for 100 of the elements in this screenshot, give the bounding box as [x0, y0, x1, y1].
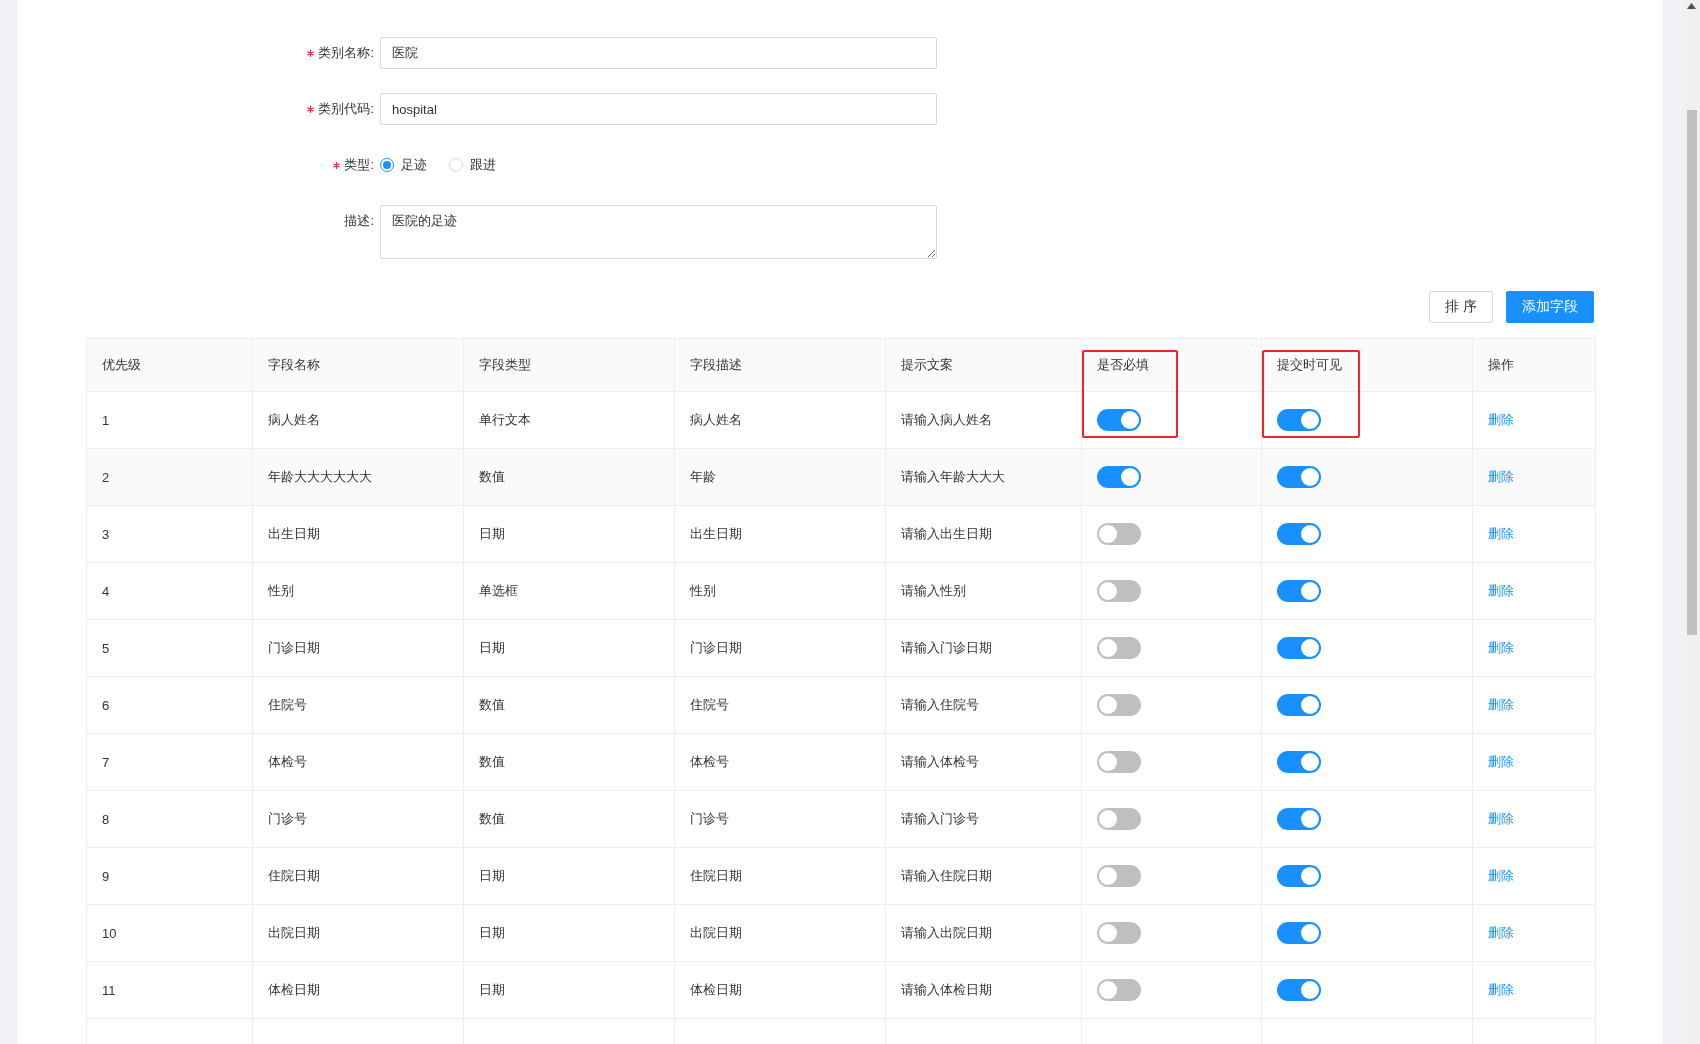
table-cell: 体检号	[268, 753, 307, 771]
visible-switch[interactable]	[1277, 637, 1321, 659]
column-header: 优先级	[87, 339, 253, 391]
delete-link[interactable]: 删除	[1488, 582, 1514, 600]
table-cell: 5	[102, 640, 110, 656]
field-label: 描述:	[344, 212, 374, 230]
visible-switch[interactable]	[1277, 694, 1321, 716]
delete-link[interactable]: 删除	[1488, 468, 1514, 486]
required-switch[interactable]	[1097, 694, 1141, 716]
field-label: 类别名称:	[318, 44, 374, 62]
visible-switch[interactable]	[1277, 979, 1321, 1001]
add-button[interactable]: 添加字段	[1506, 291, 1594, 323]
radio-option[interactable]: 足迹	[380, 156, 427, 174]
scrollbar-thumb[interactable]	[1687, 110, 1697, 635]
visible-switch[interactable]	[1277, 580, 1321, 602]
table-cell: 9	[102, 868, 110, 884]
column-header: 字段名称	[253, 339, 464, 391]
delete-link[interactable]: 删除	[1488, 753, 1514, 771]
column-header: 字段类型	[464, 339, 675, 391]
delete-link[interactable]: 删除	[1488, 696, 1514, 714]
required-switch[interactable]	[1097, 751, 1141, 773]
visible-switch[interactable]	[1277, 466, 1321, 488]
table-cell: 8	[102, 811, 110, 827]
table-cell: 请输入住院日期	[901, 867, 992, 885]
table-cell: 体检日期	[690, 981, 742, 999]
delete-link[interactable]: 删除	[1488, 810, 1514, 828]
table-cell: 门诊日期	[268, 639, 320, 657]
required-switch[interactable]	[1097, 865, 1141, 887]
table-cell: 出生日期	[268, 525, 320, 543]
table-cell: 住院日期	[268, 867, 320, 885]
table-cell: 11	[102, 982, 116, 998]
table-cell: 出生日期	[690, 525, 742, 543]
table-cell: 单选框	[479, 582, 518, 600]
visible-switch[interactable]	[1277, 922, 1321, 944]
table-cell: 出院日期	[268, 924, 320, 942]
table-cell: 体检日期	[268, 981, 320, 999]
field-label: 类别代码:	[318, 100, 374, 118]
table-cell: 请输入体检日期	[901, 981, 992, 999]
table-cell: 门诊号	[268, 810, 307, 828]
visible-switch[interactable]	[1277, 808, 1321, 830]
description-field[interactable]: 医院的足迹	[380, 205, 937, 259]
column-header: 是否必填	[1082, 339, 1262, 391]
table-cell: 日期	[479, 981, 505, 999]
table-cell: 7	[102, 754, 110, 770]
table-cell: 请输入病人姓名	[901, 411, 992, 429]
table-cell: 出院日期	[690, 924, 742, 942]
table-cell: 门诊号	[690, 810, 729, 828]
column-header: 字段描述	[675, 339, 886, 391]
table-cell: 3	[102, 526, 110, 542]
visible-switch[interactable]	[1277, 409, 1321, 431]
sort-button[interactable]: 排 序	[1429, 291, 1493, 323]
table-cell: 请输入年龄大大大	[901, 468, 1005, 486]
required-switch[interactable]	[1097, 637, 1141, 659]
table-cell: 门诊日期	[690, 639, 742, 657]
table-cell: 日期	[479, 525, 505, 543]
column-header: 提示文案	[886, 339, 1082, 391]
delete-link[interactable]: 删除	[1488, 924, 1514, 942]
field-label: 类型:	[344, 156, 374, 174]
radio-label: 跟进	[470, 156, 496, 174]
table-cell: 病人姓名	[690, 411, 742, 429]
visible-switch[interactable]	[1277, 523, 1321, 545]
table-cell: 性别	[268, 582, 294, 600]
table-cell: 日期	[479, 924, 505, 942]
visible-switch[interactable]	[1277, 751, 1321, 773]
delete-link[interactable]: 删除	[1488, 639, 1514, 657]
column-header: 操作	[1487, 356, 1515, 374]
required-switch[interactable]	[1097, 580, 1141, 602]
delete-link[interactable]: 删除	[1488, 411, 1514, 429]
radio-option[interactable]: 跟进	[449, 156, 496, 174]
table-cell: 请输入出生日期	[901, 525, 992, 543]
table-cell: 病人姓名	[268, 411, 320, 429]
table-cell: 住院日期	[690, 867, 742, 885]
table-cell: 性别	[690, 582, 716, 600]
table-cell: 数值	[479, 696, 505, 714]
required-switch[interactable]	[1097, 922, 1141, 944]
radio-label: 足迹	[401, 156, 427, 174]
table-cell: 请输入体检号	[901, 753, 979, 771]
table-cell: 请输入住院号	[901, 696, 979, 714]
delete-link[interactable]: 删除	[1488, 525, 1514, 543]
table-cell: 年龄	[690, 468, 716, 486]
required-switch[interactable]	[1097, 808, 1141, 830]
required-switch[interactable]	[1097, 466, 1141, 488]
table-cell: 数值	[479, 468, 505, 486]
visible-switch[interactable]	[1277, 865, 1321, 887]
table-cell: 日期	[479, 867, 505, 885]
required-switch[interactable]	[1097, 979, 1141, 1001]
text-field[interactable]: hospital	[380, 93, 937, 125]
table-cell: 住院号	[268, 696, 307, 714]
table-cell: 1	[102, 412, 110, 428]
required-switch[interactable]	[1097, 409, 1141, 431]
scrollbar[interactable]	[1683, 0, 1700, 1044]
scroll-up-icon[interactable]	[1687, 3, 1696, 9]
table-cell: 请输入门诊日期	[901, 639, 992, 657]
table-cell: 数值	[479, 810, 505, 828]
delete-link[interactable]: 删除	[1488, 981, 1514, 999]
required-switch[interactable]	[1097, 523, 1141, 545]
text-field[interactable]: 医院	[380, 37, 937, 69]
table-cell: 年龄大大大大大大	[268, 468, 372, 486]
table-cell: 日期	[479, 639, 505, 657]
delete-link[interactable]: 删除	[1488, 867, 1514, 885]
